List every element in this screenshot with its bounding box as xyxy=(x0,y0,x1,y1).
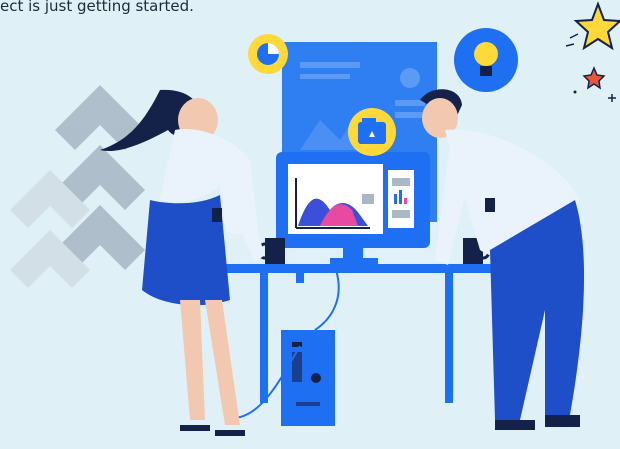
lightbulb-icon xyxy=(454,28,518,92)
pie-chart-icon xyxy=(248,34,288,74)
star-icon xyxy=(565,1,620,102)
man-figure xyxy=(420,89,585,430)
chevron-decoration xyxy=(10,85,145,288)
folder-icon xyxy=(348,108,396,156)
illustration xyxy=(10,1,620,436)
computer-tower xyxy=(229,269,340,426)
monitor xyxy=(276,152,430,264)
desk xyxy=(215,264,497,403)
